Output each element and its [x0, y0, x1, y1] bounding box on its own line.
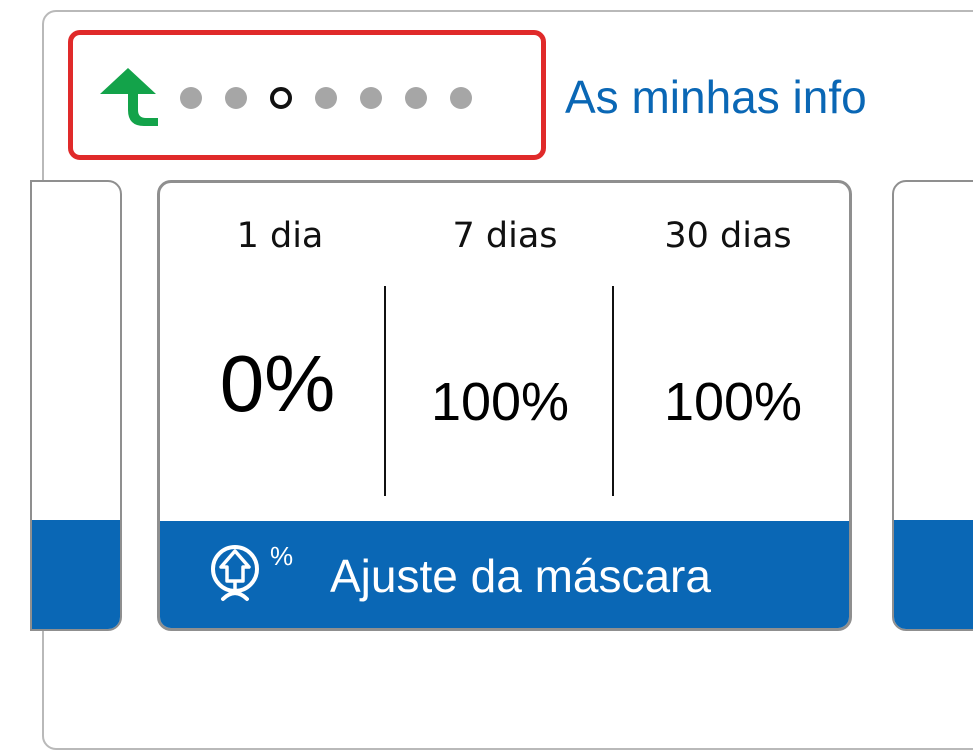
next-card[interactable]	[892, 180, 973, 631]
previous-card-footer	[32, 520, 120, 629]
period-label-1-day: 1 dia	[236, 216, 324, 256]
page-dot[interactable]	[405, 87, 427, 109]
previous-card[interactable]	[30, 180, 122, 631]
page-dot-active[interactable]	[270, 87, 292, 109]
mask-fit-label: Ajuste da máscara	[330, 550, 711, 602]
page-dot[interactable]	[225, 87, 247, 109]
page-dot[interactable]	[450, 87, 472, 109]
value-30-days: 100%	[663, 372, 803, 432]
page-indicator	[180, 86, 495, 110]
page-dot[interactable]	[315, 87, 337, 109]
percent-superscript: %	[270, 541, 294, 571]
period-label-7-days: 7 dias	[452, 216, 558, 256]
page-dot[interactable]	[180, 87, 202, 109]
back-arrow-icon[interactable]	[98, 66, 168, 128]
mask-fit-icon	[211, 545, 259, 601]
value-7-days: 100%	[430, 372, 570, 432]
value-1-day: 0%	[219, 339, 336, 428]
next-card-footer	[894, 520, 973, 629]
period-label-30-days: 30 dias	[664, 216, 792, 256]
mask-fit-card: 1 dia 7 dias 30 dias 0% 100% 100% % Ajus…	[157, 180, 852, 631]
page-dot[interactable]	[360, 87, 382, 109]
page-title: As minhas info	[565, 71, 867, 123]
card-footer[interactable]: % Ajuste da máscara	[160, 521, 849, 628]
column-divider	[384, 286, 386, 496]
column-divider	[612, 286, 614, 496]
